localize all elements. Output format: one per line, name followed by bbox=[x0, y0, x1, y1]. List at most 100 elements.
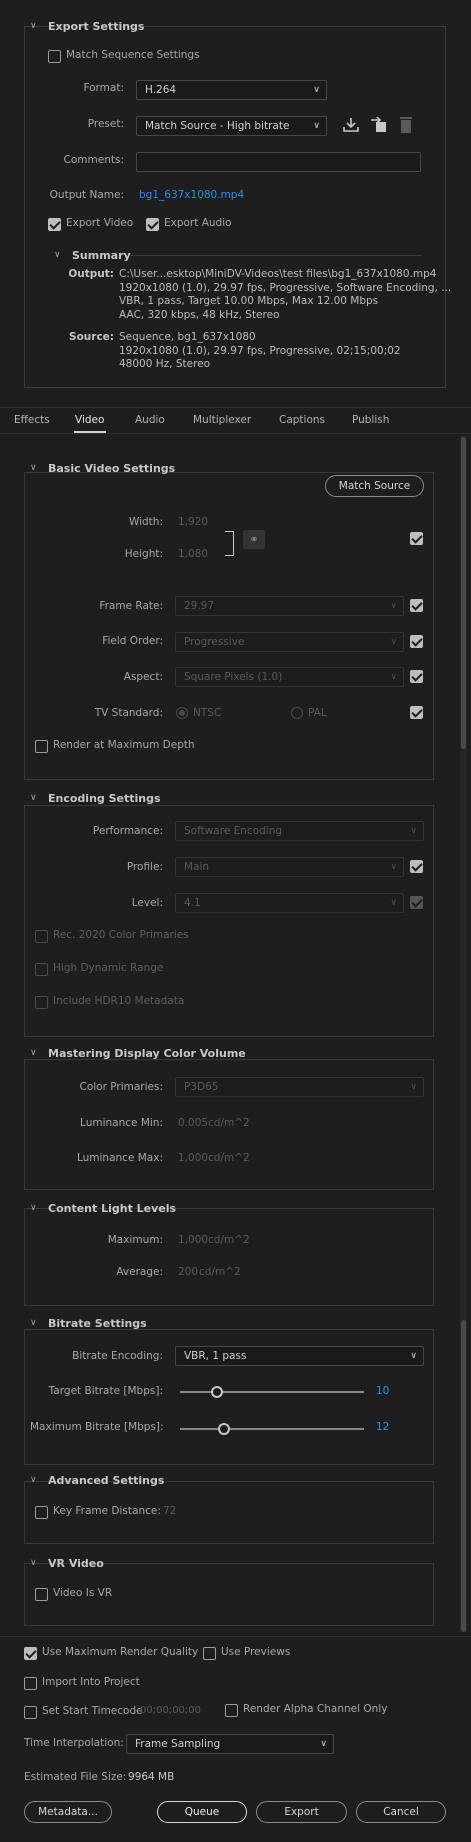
chevron-down-icon: ∨ bbox=[313, 121, 320, 131]
chevron-down-icon[interactable]: ∨ bbox=[30, 1557, 42, 1569]
cancel-button[interactable]: Cancel bbox=[356, 1801, 446, 1823]
est-size-label: Estimated File Size: bbox=[24, 1771, 127, 1783]
target-bitrate-slider-handle[interactable] bbox=[210, 1386, 223, 1398]
tab-publish[interactable]: Publish bbox=[352, 414, 389, 426]
chevron-down-icon[interactable]: ∨ bbox=[30, 1202, 42, 1214]
export-video-checkbox[interactable] bbox=[48, 218, 61, 231]
chevron-down-icon[interactable]: ∨ bbox=[30, 1474, 42, 1486]
tab-effects[interactable]: Effects bbox=[14, 414, 50, 426]
basic-video-header: Basic Video Settings bbox=[48, 462, 176, 475]
tab-audio[interactable]: Audio bbox=[135, 414, 165, 426]
average-value[interactable]: 200 bbox=[178, 1266, 198, 1278]
preset-select[interactable]: Match Source - High bitrate ∨ bbox=[136, 116, 327, 136]
width-value: 1,920 bbox=[178, 516, 209, 528]
performance-select[interactable]: Software Encoding ∨ bbox=[175, 821, 424, 841]
import-project-checkbox[interactable] bbox=[24, 1677, 37, 1690]
performance-label: Performance: bbox=[92, 825, 163, 837]
rec2020-label: Rec. 2020 Color Primaries bbox=[53, 929, 189, 941]
bitrate-encoding-select[interactable]: VBR, 1 pass ∨ bbox=[175, 1346, 424, 1366]
ntsc-label: NTSC bbox=[193, 707, 222, 719]
video-is-vr-checkbox[interactable] bbox=[35, 1588, 48, 1601]
luminance-max-unit: cd/m^2 bbox=[208, 1152, 250, 1164]
tab-video[interactable]: Video bbox=[75, 414, 104, 426]
target-bitrate-label: Target Bitrate [Mbps]: bbox=[48, 1385, 163, 1397]
frame-rate-select[interactable]: 29.97 ∨ bbox=[175, 596, 404, 616]
start-tc-value[interactable]: 00;00;00;00 bbox=[140, 1705, 201, 1716]
format-select[interactable]: H.264 ∨ bbox=[136, 80, 327, 100]
time-interp-label: Time Interpolation: bbox=[24, 1737, 124, 1749]
export-audio-checkbox[interactable] bbox=[146, 218, 159, 231]
profile-checkbox[interactable] bbox=[410, 860, 423, 873]
export-audio-label: Export Audio bbox=[164, 217, 232, 229]
footer-divider bbox=[0, 1636, 471, 1637]
time-interp-select[interactable]: Frame Sampling ∨ bbox=[126, 1734, 334, 1754]
frame-rate-label: Frame Rate: bbox=[99, 600, 163, 612]
use-previews-checkbox[interactable] bbox=[203, 1647, 216, 1660]
luminance-min-value[interactable]: 0.005 bbox=[178, 1117, 208, 1129]
export-video-label: Export Video bbox=[66, 217, 134, 229]
maximum-value[interactable]: 1,000 bbox=[178, 1234, 208, 1246]
export-button[interactable]: Export bbox=[256, 1801, 347, 1823]
max-bitrate-value[interactable]: 12 bbox=[376, 1421, 389, 1433]
pal-radio[interactable] bbox=[291, 707, 303, 719]
chevron-down-icon[interactable]: ∨ bbox=[30, 1047, 42, 1059]
width-label: Width: bbox=[128, 516, 163, 528]
ntsc-radio[interactable] bbox=[176, 707, 188, 719]
hdr10-checkbox[interactable] bbox=[35, 996, 48, 1009]
match-sequence-label: Match Sequence Settings bbox=[66, 49, 200, 61]
scrollbar-thumb[interactable] bbox=[461, 437, 466, 749]
tab-multiplexer[interactable]: Multiplexer bbox=[193, 414, 251, 426]
delete-preset-icon[interactable] bbox=[398, 115, 414, 134]
luminance-min-label: Luminance Min: bbox=[80, 1117, 163, 1129]
import-project-label: Import Into Project bbox=[42, 1676, 140, 1688]
aspect-checkbox[interactable] bbox=[410, 670, 423, 683]
tab-captions[interactable]: Captions bbox=[279, 414, 325, 426]
format-label: Format: bbox=[83, 82, 124, 94]
encoding-header: Encoding Settings bbox=[48, 792, 161, 805]
content-light-header: Content Light Levels bbox=[48, 1202, 177, 1215]
import-preset-icon[interactable] bbox=[370, 116, 388, 134]
rec2020-checkbox[interactable] bbox=[35, 930, 48, 943]
maximum-unit: cd/m^2 bbox=[208, 1234, 250, 1246]
chevron-down-icon[interactable]: ∨ bbox=[30, 20, 42, 32]
chevron-down-icon[interactable]: ∨ bbox=[54, 249, 66, 261]
target-bitrate-slider-track[interactable] bbox=[180, 1391, 364, 1393]
width-height-checkbox[interactable] bbox=[410, 532, 423, 545]
scrollbar-thumb-lower[interactable] bbox=[461, 1320, 466, 1632]
hdr-checkbox[interactable] bbox=[35, 963, 48, 976]
save-preset-icon[interactable] bbox=[342, 116, 360, 134]
chevron-down-icon[interactable]: ∨ bbox=[30, 792, 42, 804]
max-bitrate-slider-track[interactable] bbox=[180, 1428, 364, 1430]
level-checkbox[interactable] bbox=[410, 896, 423, 909]
key-frame-value[interactable]: 72 bbox=[163, 1505, 176, 1517]
color-primaries-label: Color Primaries: bbox=[79, 1081, 164, 1093]
aspect-select[interactable]: Square Pixels (1.0) ∨ bbox=[175, 667, 404, 687]
queue-button[interactable]: Queue bbox=[157, 1801, 247, 1823]
level-select[interactable]: 4.1 ∨ bbox=[175, 893, 404, 913]
render-alpha-checkbox[interactable] bbox=[225, 1704, 238, 1717]
field-order-checkbox[interactable] bbox=[410, 635, 423, 648]
output-name-link[interactable]: bg1_637x1080.mp4 bbox=[139, 189, 244, 201]
metadata-button[interactable]: Metadata... bbox=[24, 1801, 112, 1823]
match-source-button[interactable]: Match Source bbox=[325, 475, 424, 497]
field-order-select[interactable]: Progressive ∨ bbox=[175, 632, 404, 652]
color-primaries-select[interactable]: P3D65 ∨ bbox=[175, 1077, 424, 1097]
summary-output-line: C:\User...esktop\MiniDV-Videos\test file… bbox=[119, 268, 437, 280]
height-value: 1,080 bbox=[178, 548, 209, 560]
match-sequence-checkbox[interactable] bbox=[48, 50, 61, 63]
profile-select[interactable]: Main ∨ bbox=[175, 857, 404, 877]
key-frame-checkbox[interactable] bbox=[35, 1506, 48, 1519]
luminance-max-value[interactable]: 1,000 bbox=[178, 1152, 208, 1164]
link-icon[interactable]: ⚭ bbox=[243, 530, 265, 549]
frame-rate-checkbox[interactable] bbox=[410, 599, 423, 612]
chevron-down-icon[interactable]: ∨ bbox=[30, 462, 42, 474]
tv-standard-checkbox[interactable] bbox=[410, 706, 423, 719]
use-max-render-checkbox[interactable] bbox=[24, 1647, 37, 1660]
set-start-tc-checkbox[interactable] bbox=[24, 1706, 37, 1719]
comments-input[interactable] bbox=[136, 152, 421, 172]
target-bitrate-value[interactable]: 10 bbox=[376, 1385, 389, 1397]
pal-label: PAL bbox=[308, 707, 327, 719]
render-max-depth-checkbox[interactable] bbox=[35, 740, 48, 753]
chevron-down-icon[interactable]: ∨ bbox=[30, 1317, 42, 1329]
video-is-vr-label: Video Is VR bbox=[53, 1587, 113, 1599]
